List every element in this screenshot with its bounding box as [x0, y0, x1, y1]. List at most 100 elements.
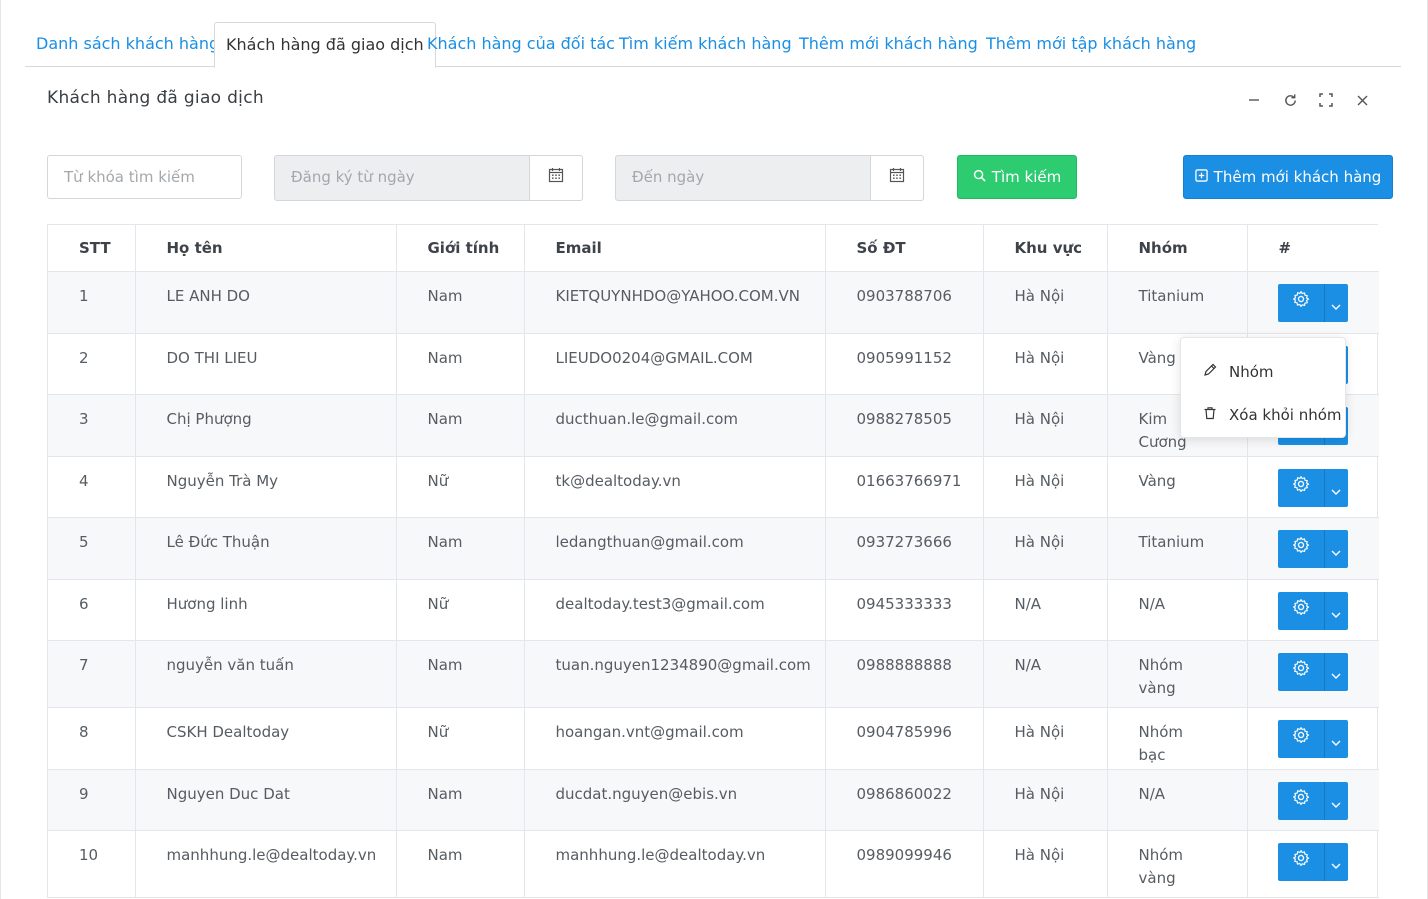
row-settings-button[interactable] — [1277, 781, 1324, 820]
chevron-down-icon — [1331, 479, 1341, 502]
to-date-calendar-button[interactable] — [870, 155, 924, 201]
cell-region: Hà Nội — [983, 517, 1108, 580]
minimize-icon[interactable] — [1245, 90, 1263, 110]
row-action-split-button — [1277, 719, 1348, 758]
row-action-split-button — [1277, 283, 1348, 322]
cell-actions — [1247, 830, 1379, 898]
header-group[interactable]: Nhóm — [1107, 225, 1248, 272]
header-email[interactable]: Email — [524, 225, 826, 272]
dropdown-item-group[interactable]: Nhóm — [1181, 350, 1345, 393]
cell-email: ducthuan.le@gmail.com — [524, 394, 826, 457]
cell-email: hoangan.vnt@gmail.com — [524, 707, 826, 770]
row-dropdown-toggle[interactable] — [1323, 652, 1348, 691]
row-settings-button[interactable] — [1277, 591, 1324, 630]
cell-gender: Nam — [396, 640, 525, 708]
search-button[interactable]: Tìm kiếm — [957, 155, 1077, 199]
cell-phone: 0988278505 — [825, 394, 984, 457]
from-date-field[interactable]: Đăng ký từ ngày — [274, 155, 583, 201]
header-phone[interactable]: Số ĐT — [825, 225, 984, 272]
row-dropdown-toggle[interactable] — [1323, 529, 1348, 568]
cell-email: dealtoday.test3@gmail.com — [524, 579, 826, 641]
row-action-split-button — [1277, 468, 1348, 507]
panel-title: Khách hàng đã giao dịch — [47, 88, 264, 108]
cell-stt: 2 — [48, 333, 136, 395]
row-settings-button[interactable] — [1277, 283, 1324, 322]
row-settings-button[interactable] — [1277, 468, 1324, 507]
table-header-row: STT Họ tên Giới tính Email Số ĐT Khu vực… — [48, 225, 1379, 272]
cell-stt: 4 — [48, 456, 136, 518]
cell-gender: Nam — [396, 333, 525, 395]
search-button-label: Tìm kiếm — [991, 168, 1062, 186]
cell-name: Chị Phượng — [135, 394, 397, 457]
gear-icon — [1292, 726, 1310, 751]
cell-group: N/A — [1107, 579, 1248, 641]
cell-region: Hà Nội — [983, 830, 1108, 898]
header-name[interactable]: Họ tên — [135, 225, 397, 272]
dropdown-item-label: Xóa khỏi nhóm — [1229, 405, 1342, 424]
cell-name: nguyễn văn tuấn — [135, 640, 397, 708]
row-action-split-button — [1277, 842, 1348, 881]
cell-region: Hà Nội — [983, 769, 1108, 831]
row-dropdown-toggle[interactable] — [1323, 842, 1348, 881]
cell-region: Hà Nội — [983, 456, 1108, 518]
row-dropdown-toggle[interactable] — [1323, 283, 1348, 322]
cell-name: DO THI LIEU — [135, 333, 397, 395]
cell-region: N/A — [983, 640, 1108, 708]
cell-phone: 0905991152 — [825, 333, 984, 395]
cell-phone: 0945333333 — [825, 579, 984, 641]
cell-phone: 01663766971 — [825, 456, 984, 518]
cell-gender: Nam — [396, 271, 525, 334]
from-date-calendar-button[interactable] — [529, 155, 583, 201]
row-settings-button[interactable] — [1277, 842, 1324, 881]
cell-name: Nguyễn Trà My — [135, 456, 397, 518]
cell-actions — [1247, 271, 1379, 334]
header-region[interactable]: Khu vực — [983, 225, 1108, 272]
row-settings-button[interactable] — [1277, 652, 1324, 691]
close-icon[interactable] — [1353, 90, 1371, 110]
add-customer-button[interactable]: Thêm mới khách hàng — [1183, 155, 1393, 199]
chevron-down-icon — [1331, 663, 1341, 686]
tab-add-customer-set[interactable]: Thêm mới tập khách hàng — [986, 22, 1196, 67]
tab-search-customers[interactable]: Tìm kiếm khách hàng — [619, 22, 792, 67]
cell-gender: Nam — [396, 517, 525, 580]
cell-email: tk@dealtoday.vn — [524, 456, 826, 518]
tab-transacted-customers[interactable]: Khách hàng đã giao dịch — [214, 22, 436, 68]
cell-phone: 0986860022 — [825, 769, 984, 831]
row-settings-button[interactable] — [1277, 529, 1324, 568]
row-dropdown-toggle[interactable] — [1323, 781, 1348, 820]
tab-partner-customers[interactable]: Khách hàng của đối tác — [427, 22, 615, 67]
tab-customer-list[interactable]: Danh sách khách hàng — [36, 22, 219, 67]
cell-stt: 8 — [48, 707, 136, 770]
cell-region: Hà Nội — [983, 271, 1108, 334]
cell-stt: 7 — [48, 640, 136, 708]
row-dropdown-toggle[interactable] — [1323, 591, 1348, 630]
gear-icon — [1292, 536, 1310, 561]
row-dropdown-toggle[interactable] — [1323, 468, 1348, 507]
cell-phone: 0988888888 — [825, 640, 984, 708]
calendar-icon — [889, 157, 905, 199]
header-stt[interactable]: STT — [48, 225, 136, 272]
calendar-icon — [548, 157, 564, 199]
cell-email: KIETQUYNHDO@YAHOO.COM.VN — [524, 271, 826, 334]
refresh-icon[interactable] — [1281, 90, 1299, 110]
row-settings-button[interactable] — [1277, 719, 1324, 758]
fullscreen-icon[interactable] — [1317, 90, 1335, 110]
dropdown-item-remove-from-group[interactable]: Xóa khỏi nhóm — [1181, 393, 1345, 436]
cell-email: ducdat.nguyen@ebis.vn — [524, 769, 826, 831]
cell-group: Nhóm vàng — [1107, 640, 1248, 708]
header-gender[interactable]: Giới tính — [396, 225, 525, 272]
cell-actions — [1247, 769, 1379, 831]
dropdown-item-label: Nhóm — [1229, 362, 1274, 381]
cell-email: LIEUDO0204@GMAIL.COM — [524, 333, 826, 395]
cell-name: manhhung.le@dealtoday.vn — [135, 830, 397, 898]
table-row: 7 nguyễn văn tuấn Nam tuan.nguyen1234890@gm… — [48, 640, 1379, 708]
cell-email: tuan.nguyen1234890@gmail.com — [524, 640, 826, 708]
chevron-down-icon — [1331, 540, 1341, 563]
keyword-search-input[interactable]: Từ khóa tìm kiếm — [47, 155, 242, 199]
cell-group: Nhóm bạc — [1107, 707, 1248, 770]
gear-icon — [1292, 849, 1310, 874]
to-date-field[interactable]: Đến ngày — [615, 155, 924, 201]
row-dropdown-toggle[interactable] — [1323, 719, 1348, 758]
tab-add-customer[interactable]: Thêm mới khách hàng — [799, 22, 978, 67]
table-row: 5 Lê Đức Thuận Nam ledangthuan@gmail.com 093… — [48, 517, 1379, 580]
